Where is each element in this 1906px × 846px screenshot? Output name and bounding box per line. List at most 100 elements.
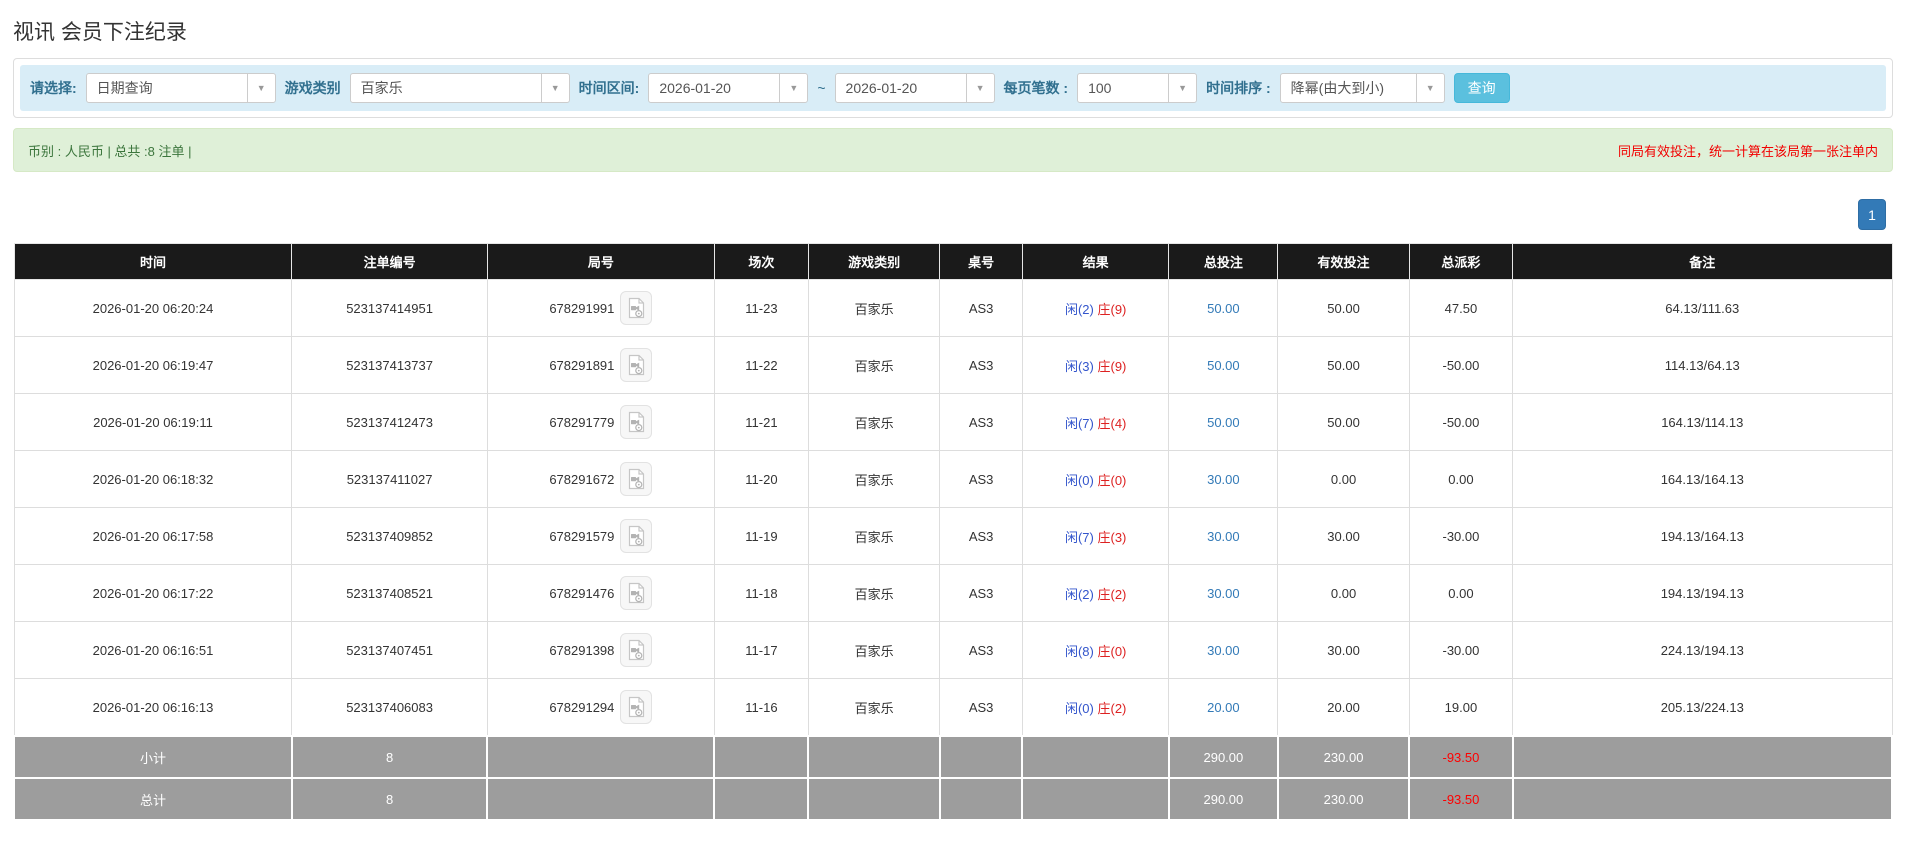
- cell-bet-id: 523137407451: [292, 622, 487, 679]
- video-replay-button[interactable]: [620, 576, 652, 610]
- date-to-select[interactable]: 2026-01-20 ▼: [835, 73, 995, 103]
- column-header: 备注: [1513, 244, 1892, 280]
- cell-time: 2026-01-20 06:18:32: [14, 451, 292, 508]
- cell-result: 闲(7) 庄(3): [1022, 508, 1168, 565]
- table-row: 2026-01-20 06:19:47523137413737678291891…: [14, 337, 1892, 394]
- cell-game-type: 百家乐: [808, 337, 939, 394]
- table-row: 2026-01-20 06:20:24523137414951678291991…: [14, 280, 1892, 337]
- cell-total-bet: 30.00: [1169, 508, 1278, 565]
- total-bet-link[interactable]: 50.00: [1207, 415, 1240, 430]
- cell-result: 闲(3) 庄(9): [1022, 337, 1168, 394]
- cell-round-id: 678291779: [487, 394, 714, 451]
- time-range-label: 时间区间:: [579, 78, 640, 98]
- cell-session: 11-16: [714, 679, 808, 737]
- query-type-value: 日期查询: [87, 74, 247, 102]
- filter-panel: 请选择: 日期查询 ▼ 游戏类别 百家乐 ▼ 时间区间: 2026-01-20 …: [13, 58, 1893, 118]
- column-header: 总投注: [1169, 244, 1278, 280]
- cell-empty: [487, 736, 714, 778]
- query-type-select[interactable]: 日期查询 ▼: [86, 73, 276, 103]
- cell-payout: 47.50: [1409, 280, 1512, 337]
- video-replay-button[interactable]: [620, 405, 652, 439]
- video-replay-icon: [627, 525, 646, 547]
- column-header: 有效投注: [1278, 244, 1409, 280]
- cell-empty: [1022, 778, 1168, 820]
- video-replay-button[interactable]: [620, 519, 652, 553]
- summary-payout: -93.50: [1409, 778, 1512, 820]
- result-banker: 庄(9): [1097, 302, 1126, 317]
- summary-valid-bet: 230.00: [1278, 778, 1409, 820]
- cell-session: 11-23: [714, 280, 808, 337]
- total-bet-link[interactable]: 50.00: [1207, 358, 1240, 373]
- summary-bar: 币别 : 人民币 | 总共 :8 注单 | 同局有效投注，统一计算在该局第一张注…: [13, 128, 1893, 172]
- page-size-select[interactable]: 100 ▼: [1077, 73, 1197, 103]
- date-range-tilde: ~: [817, 80, 825, 96]
- cell-result: 闲(0) 庄(0): [1022, 451, 1168, 508]
- summary-valid-bet: 230.00: [1278, 736, 1409, 778]
- cell-bet-id: 523137412473: [292, 394, 487, 451]
- round-id-text: 678291476: [549, 586, 614, 601]
- column-header: 注单编号: [292, 244, 487, 280]
- result-banker: 庄(3): [1097, 530, 1126, 545]
- cell-game-type: 百家乐: [808, 565, 939, 622]
- video-replay-icon: [627, 582, 646, 604]
- cell-total-bet: 50.00: [1169, 280, 1278, 337]
- cell-remark: 205.13/224.13: [1513, 679, 1892, 737]
- total-bet-link[interactable]: 30.00: [1207, 643, 1240, 658]
- table-row: 2026-01-20 06:18:32523137411027 678291672…: [14, 451, 1892, 508]
- chevron-down-icon: ▼: [541, 74, 569, 102]
- cell-time: 2026-01-20 06:16:51: [14, 622, 292, 679]
- total-bet-link[interactable]: 30.00: [1207, 529, 1240, 544]
- round-id-text: 678291991: [549, 301, 614, 316]
- cell-round-id: 678291672: [487, 451, 714, 508]
- total-bet-link[interactable]: 20.00: [1207, 700, 1240, 715]
- video-replay-button[interactable]: [620, 690, 652, 724]
- result-player: 闲(8): [1065, 644, 1094, 659]
- total-bet-link[interactable]: 30.00: [1207, 586, 1240, 601]
- table-row: 2026-01-20 06:16:13523137406083678291294…: [14, 679, 1892, 737]
- table-header-row: 时间注单编号局号场次游戏类别桌号结果总投注有效投注总派彩备注: [14, 244, 1892, 280]
- date-from-select[interactable]: 2026-01-20 ▼: [648, 73, 808, 103]
- cell-remark: 64.13/111.63: [1513, 280, 1892, 337]
- cell-empty: [714, 736, 808, 778]
- round-id-text: 678291672: [549, 472, 614, 487]
- cell-empty: [1513, 778, 1892, 820]
- cell-time: 2026-01-20 06:16:13: [14, 679, 292, 737]
- video-replay-button[interactable]: [620, 462, 652, 496]
- table-row: 2026-01-20 06:16:51523137407451 678291398…: [14, 622, 1892, 679]
- cell-bet-id: 523137411027: [292, 451, 487, 508]
- video-replay-button[interactable]: [620, 291, 652, 325]
- cell-valid-bet: 30.00: [1278, 508, 1409, 565]
- total-bet-link[interactable]: 30.00: [1207, 472, 1240, 487]
- round-id-text: 678291398: [549, 643, 614, 658]
- cell-total-bet: 30.00: [1169, 451, 1278, 508]
- column-header: 场次: [714, 244, 808, 280]
- cell-remark: 194.13/194.13: [1513, 565, 1892, 622]
- cell-valid-bet: 50.00: [1278, 280, 1409, 337]
- cell-payout: -50.00: [1409, 394, 1512, 451]
- game-type-select[interactable]: 百家乐 ▼: [350, 73, 570, 103]
- round-id-text: 678291779: [549, 415, 614, 430]
- cell-total-bet: 50.00: [1169, 337, 1278, 394]
- video-replay-icon: [627, 354, 646, 376]
- cell-result: 闲(2) 庄(9): [1022, 280, 1168, 337]
- video-replay-button[interactable]: [620, 633, 652, 667]
- pagination-page-1[interactable]: 1: [1858, 199, 1886, 230]
- search-button[interactable]: 查询: [1454, 73, 1510, 103]
- notice-text: 同局有效投注，统一计算在该局第一张注单内: [1618, 141, 1878, 160]
- cell-empty: [1513, 736, 1892, 778]
- cell-table-no: AS3: [940, 280, 1023, 337]
- result-banker: 庄(9): [1097, 359, 1126, 374]
- summary-row: 小计8290.00230.00-93.50: [14, 736, 1892, 778]
- cell-total-bet: 30.00: [1169, 622, 1278, 679]
- column-header: 结果: [1022, 244, 1168, 280]
- cell-table-no: AS3: [940, 337, 1023, 394]
- date-from-value: 2026-01-20: [649, 74, 779, 102]
- video-replay-button[interactable]: [620, 348, 652, 382]
- time-order-select[interactable]: 降幂(由大到小) ▼: [1280, 73, 1445, 103]
- cell-bet-id: 523137409852: [292, 508, 487, 565]
- summary-label: 小计: [14, 736, 292, 778]
- cell-empty: [487, 778, 714, 820]
- total-bet-link[interactable]: 50.00: [1207, 301, 1240, 316]
- column-header: 总派彩: [1409, 244, 1512, 280]
- result-player: 闲(0): [1065, 701, 1094, 716]
